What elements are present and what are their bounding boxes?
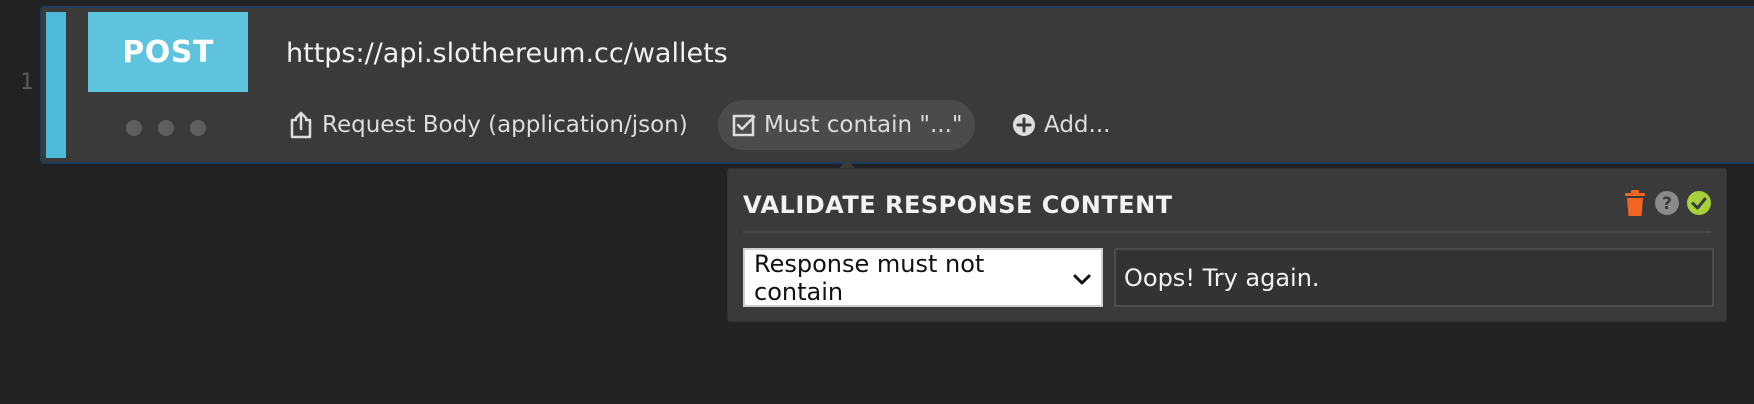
more-options-dots[interactable] xyxy=(126,120,206,136)
dot-icon xyxy=(126,120,142,136)
must-contain-button[interactable]: Must contain "..." xyxy=(718,100,975,150)
request-body-button[interactable]: Request Body (application/json) xyxy=(288,100,688,150)
page: 1 POST https://api.slothereum.cc/wallets… xyxy=(0,0,1754,404)
upload-icon xyxy=(288,110,314,140)
request-accent-bar xyxy=(46,12,66,158)
help-icon[interactable]: ? xyxy=(1654,190,1680,220)
popover-divider xyxy=(743,231,1711,233)
plus-circle-icon xyxy=(1012,113,1036,137)
request-card: POST https://api.slothereum.cc/wallets R… xyxy=(40,6,1754,164)
line-number: 1 xyxy=(20,70,34,95)
check-circle-icon[interactable] xyxy=(1686,190,1712,220)
add-button[interactable]: Add... xyxy=(1012,100,1110,150)
checkbox-icon xyxy=(732,113,756,137)
validation-text-input[interactable] xyxy=(1114,248,1714,307)
popover-title: VALIDATE RESPONSE CONTENT xyxy=(743,191,1173,219)
validate-popover: VALIDATE RESPONSE CONTENT ? Response mus… xyxy=(727,168,1727,322)
validation-mode-select[interactable]: Response must not contain xyxy=(743,248,1103,307)
request-body-label: Request Body (application/json) xyxy=(322,112,688,138)
method-badge[interactable]: POST xyxy=(88,12,248,92)
trash-icon[interactable] xyxy=(1622,189,1648,221)
chevron-down-icon xyxy=(1073,264,1091,292)
validation-mode-value: Response must not contain xyxy=(754,249,985,306)
request-url[interactable]: https://api.slothereum.cc/wallets xyxy=(286,38,728,69)
popover-actions: ? xyxy=(1622,189,1712,221)
dot-icon xyxy=(158,120,174,136)
add-label: Add... xyxy=(1044,112,1111,138)
svg-text:?: ? xyxy=(1662,194,1672,214)
must-contain-label: Must contain "..." xyxy=(764,112,963,138)
dot-icon xyxy=(190,120,206,136)
